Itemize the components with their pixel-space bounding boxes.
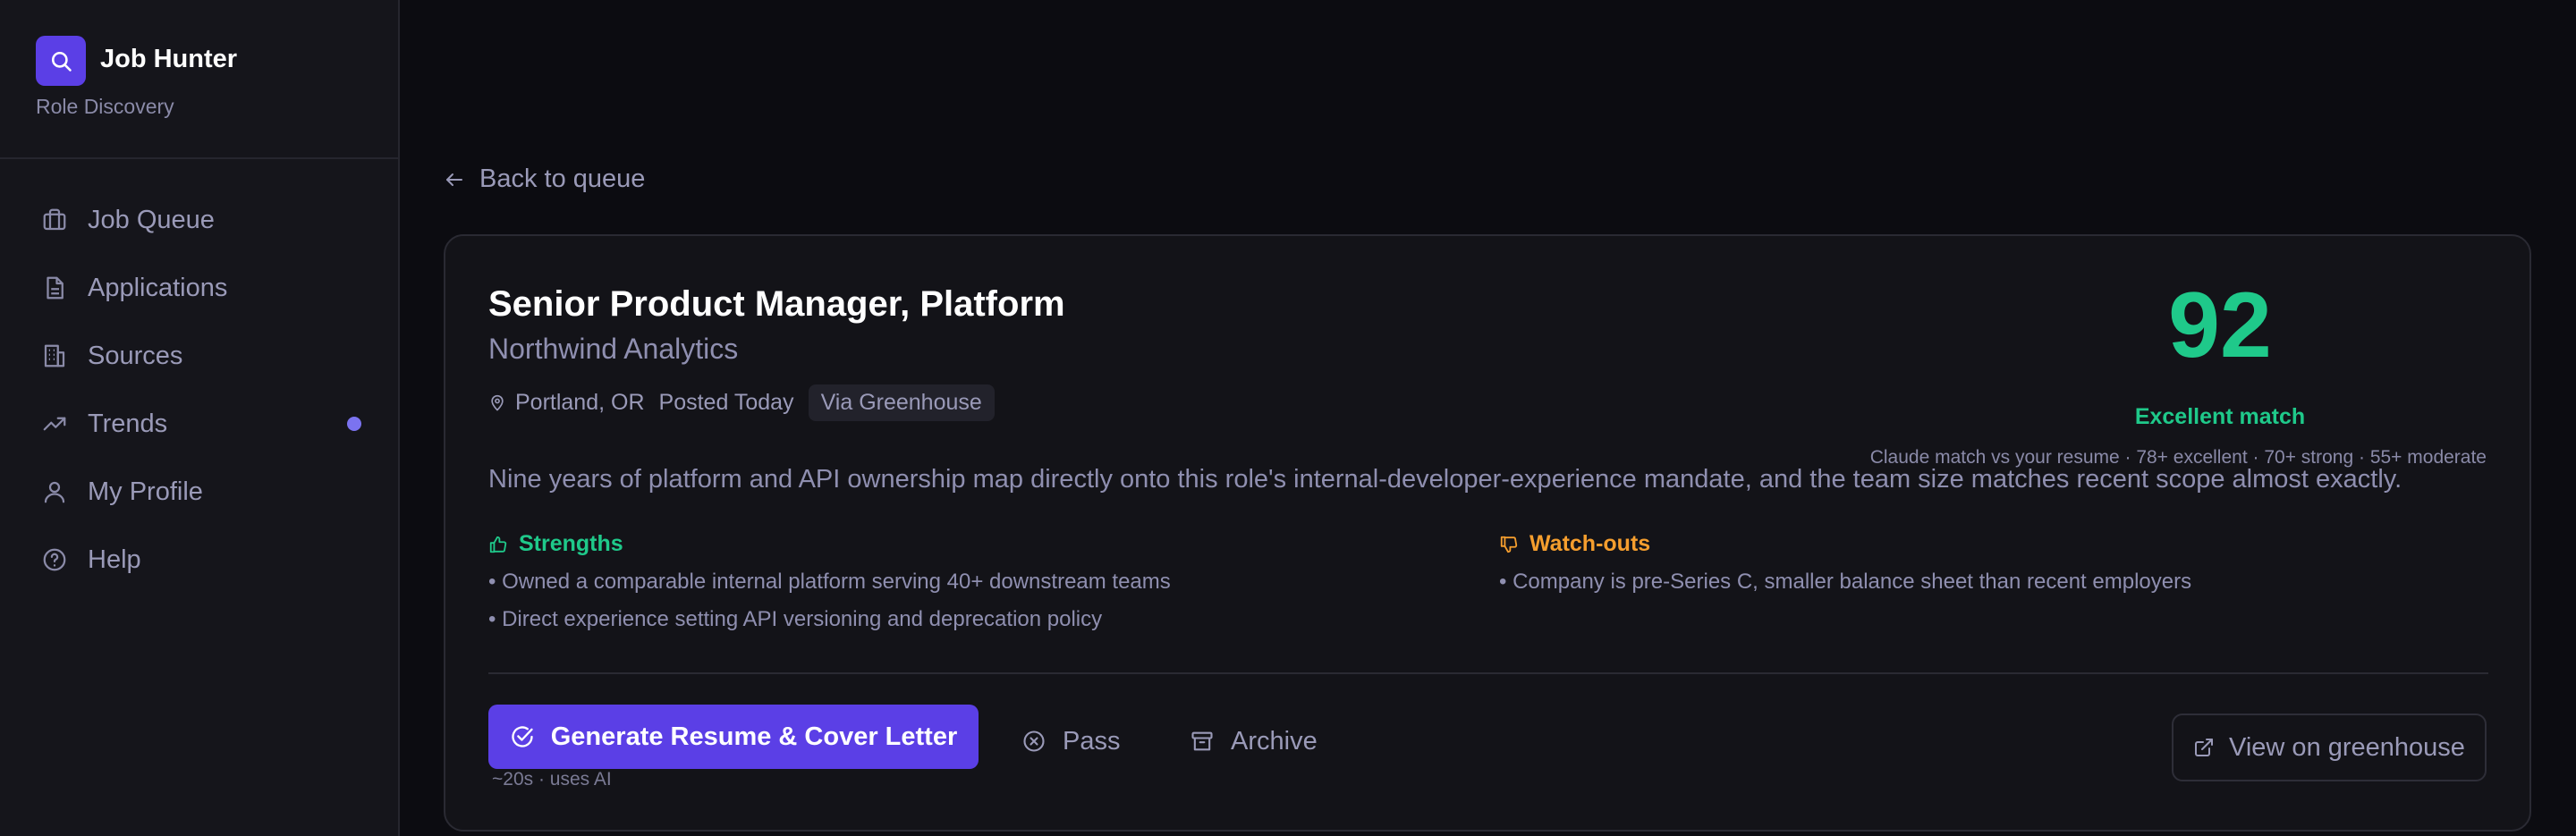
pass-button[interactable]: Pass — [1021, 719, 1120, 764]
generate-note: ~20s · uses AI — [492, 769, 612, 790]
brand-title: Job Hunter — [100, 45, 238, 73]
sidebar-item-label: Applications — [88, 273, 228, 302]
sidebar-item-label: Help — [88, 545, 141, 574]
posted-date: Posted Today — [658, 390, 794, 415]
strengths-title: Strengths — [519, 531, 623, 556]
generate-button-label: Generate Resume & Cover Letter — [550, 722, 958, 751]
sidebar-item-trends[interactable]: Trends — [39, 390, 361, 458]
sidebar-item-sources[interactable]: Sources — [39, 322, 361, 390]
document-icon — [39, 273, 70, 303]
arrow-left-icon — [444, 167, 469, 192]
thumbs-down-icon — [1499, 533, 1522, 556]
sidebar-item-help[interactable]: Help — [39, 526, 361, 594]
watchouts-title: Watch-outs — [1530, 531, 1651, 556]
building-icon — [39, 341, 70, 371]
back-link-label: Back to queue — [479, 165, 646, 193]
archive-button[interactable]: Archive — [1190, 719, 1318, 764]
watchout-item: • Company is pre-Series C, smaller balan… — [1499, 570, 2192, 594]
x-circle-icon — [1021, 728, 1048, 755]
sidebar-item-label: Trends — [88, 409, 168, 438]
sidebar-item-my-profile[interactable]: My Profile — [39, 458, 361, 526]
pass-button-label: Pass — [1063, 726, 1121, 756]
strengths-section: Strengths • Owned a comparable internal … — [488, 531, 1171, 632]
briefcase-icon — [39, 205, 70, 235]
job-meta: Portland, OR Posted Today Via Greenhouse — [488, 384, 995, 421]
source-badge: Via Greenhouse — [808, 384, 995, 421]
thumbs-up-icon — [488, 533, 512, 556]
sidebar-item-applications[interactable]: Applications — [39, 254, 361, 322]
sidebar-item-label: My Profile — [88, 477, 203, 506]
job-card: Senior Product Manager, Platform Northwi… — [444, 234, 2531, 832]
watchouts-heading: Watch-outs — [1499, 531, 2191, 557]
strength-item: • Owned a comparable internal platform s… — [488, 570, 1171, 594]
strengths-heading: Strengths — [488, 531, 1171, 557]
search-icon — [36, 36, 86, 86]
view-button-label: View on greenhouse — [2229, 732, 2465, 762]
trending-up-icon — [39, 409, 70, 439]
watchouts-section: Watch-outs • Company is pre-Series C, sm… — [1499, 531, 2191, 595]
generate-resume-button[interactable]: Generate Resume & Cover Letter — [488, 705, 979, 769]
sidebar-nav: Job Queue Applications Sources Trends My… — [39, 186, 361, 594]
company-name: Northwind Analytics — [488, 333, 739, 365]
sidebar: Job Hunter Role Discovery Job Queue Appl… — [0, 0, 400, 836]
user-icon — [39, 477, 70, 507]
sidebar-item-label: Job Queue — [88, 205, 215, 234]
strength-item: • Direct experience setting API versioni… — [488, 607, 1103, 631]
check-circle-icon — [510, 723, 537, 750]
map-pin-icon — [488, 392, 508, 415]
notification-dot — [347, 417, 361, 431]
archive-icon — [1190, 728, 1216, 755]
brand-subtitle: Role Discovery — [36, 95, 174, 118]
job-title: Senior Product Manager, Platform — [488, 284, 1065, 324]
sidebar-item-label: Sources — [88, 341, 183, 370]
view-on-greenhouse-button[interactable]: View on greenhouse — [2172, 714, 2487, 781]
job-location: Portland, OR — [515, 390, 645, 415]
card-divider — [488, 672, 2488, 674]
sidebar-divider — [0, 157, 398, 159]
archive-button-label: Archive — [1231, 726, 1318, 756]
back-to-queue-link[interactable]: Back to queue — [444, 165, 645, 194]
help-circle-icon — [39, 545, 70, 575]
match-summary: Nine years of platform and API ownership… — [488, 465, 2402, 494]
sidebar-item-job-queue[interactable]: Job Queue — [39, 186, 361, 254]
match-score: 92 — [2168, 274, 2272, 377]
external-link-icon — [2193, 736, 2216, 759]
match-score-label: Excellent match — [2134, 404, 2306, 429]
